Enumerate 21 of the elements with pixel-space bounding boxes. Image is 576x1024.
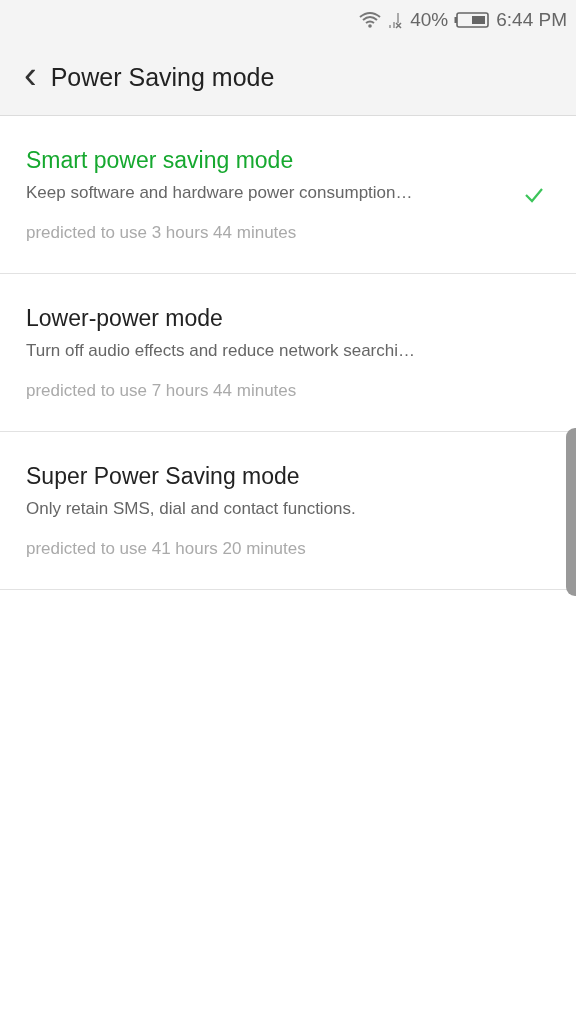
mode-option[interactable]: Lower-power mode Turn off audio effects and reduce network searchi… predicted to use 7 hours 44 minutes bbox=[0, 274, 566, 431]
clock: 6:44 PM bbox=[496, 9, 567, 31]
mode-title: Lower-power mode bbox=[26, 304, 224, 332]
mode-title: Smart power saving mode bbox=[26, 146, 295, 174]
side-handle[interactable] bbox=[566, 428, 576, 596]
back-button[interactable]: ‹ bbox=[20, 55, 41, 94]
mode-prediction: predicted to use 3 hours 44 minutes bbox=[26, 222, 298, 243]
mode-prediction: predicted to use 41 hours 20 minutes bbox=[26, 538, 307, 559]
battery-percentage: 40% bbox=[410, 9, 449, 31]
mode-description: Only retain SMS, dial and contact functions. bbox=[26, 498, 357, 519]
mode-description: Keep software and hardware power consumption… bbox=[26, 182, 414, 203]
mode-description: Turn off audio effects and reduce network searchi… bbox=[26, 340, 417, 361]
wifi-icon bbox=[358, 11, 383, 29]
mode-title: Super Power Saving mode bbox=[26, 462, 301, 490]
page-title: Power Saving mode bbox=[50, 63, 275, 92]
signal-icon bbox=[388, 11, 405, 29]
mode-option[interactable]: Super Power Saving mode Only retain SMS, dial and contact functions. predicted to use 41 hours 20 minutes bbox=[0, 432, 566, 589]
checkmark-icon bbox=[524, 186, 544, 203]
mode-option[interactable]: Smart power saving mode Keep software and hardware power consumption… predicted to use 3 hours 44 minutes bbox=[0, 116, 566, 273]
battery-icon bbox=[454, 11, 491, 29]
mode-prediction: predicted to use 7 hours 44 minutes bbox=[26, 380, 298, 401]
